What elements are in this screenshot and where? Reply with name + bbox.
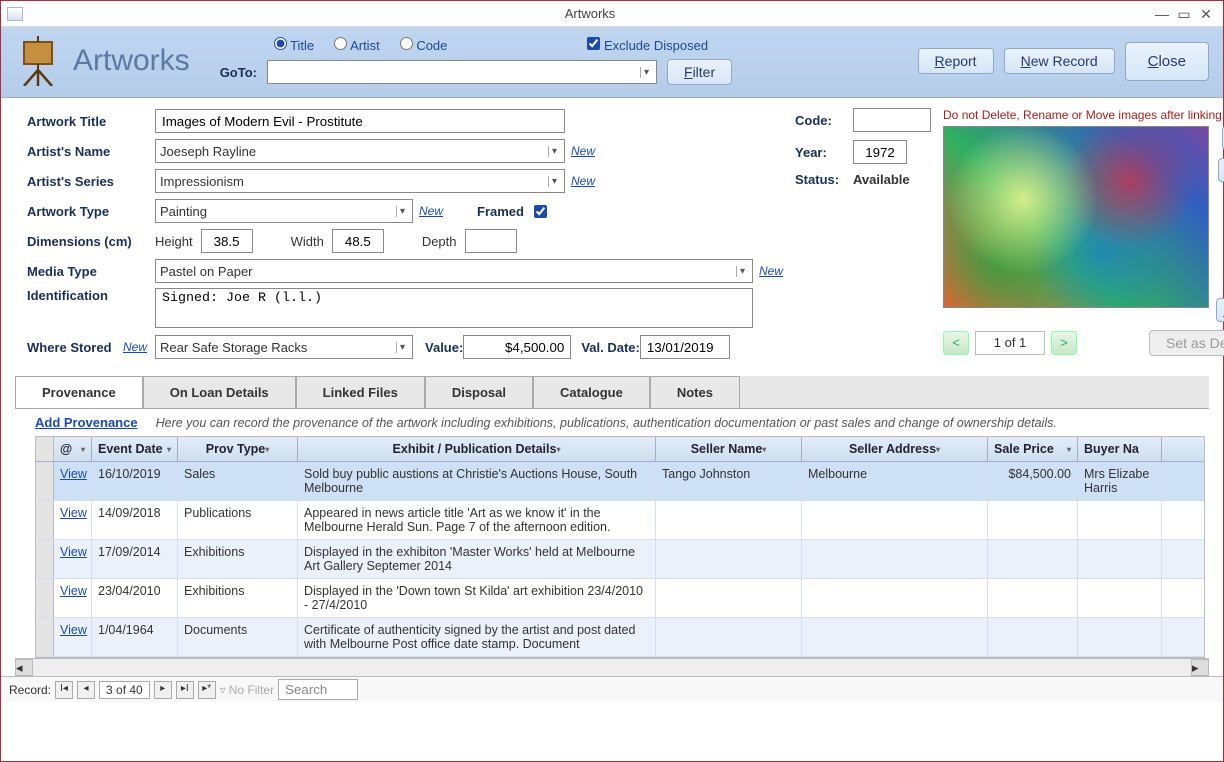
image-position: 1 of 1: [975, 331, 1045, 355]
label-artist: Artist's Name: [27, 144, 155, 159]
status-value: Available: [853, 172, 910, 187]
unlink-button[interactable]: UnLink: [1216, 298, 1224, 322]
year-input[interactable]: [853, 140, 907, 164]
record-search-input[interactable]: [278, 679, 358, 700]
label-code: Code:: [795, 113, 853, 128]
view-link[interactable]: View: [60, 506, 87, 520]
label-stored: Where Stored: [27, 340, 123, 355]
tab-loan[interactable]: On Loan Details: [143, 376, 296, 408]
image-next-button[interactable]: >: [1051, 331, 1077, 355]
set-default-button: Set as Default: [1149, 330, 1224, 356]
label-status: Status:: [795, 172, 853, 187]
label-media: Media Type: [27, 264, 155, 279]
app-icon: [7, 7, 23, 21]
tab-files[interactable]: Linked Files: [296, 376, 425, 408]
artist-combo[interactable]: Joeseph Rayline▾: [155, 139, 565, 163]
close-window-button[interactable]: ✕: [1195, 7, 1217, 21]
depth-input[interactable]: [465, 229, 517, 253]
series-combo[interactable]: Impressionism▾: [155, 169, 565, 193]
nav-first-button[interactable]: I◂: [55, 681, 73, 699]
header-bar: Artworks Title Artist Code Exclude Dispo…: [1, 27, 1223, 98]
value-input[interactable]: [463, 335, 571, 359]
framed-checkbox[interactable]: [534, 205, 547, 218]
view-link[interactable]: View: [60, 545, 87, 559]
nav-new-button[interactable]: ▸*: [198, 681, 216, 699]
artwork-title-input[interactable]: [155, 109, 565, 133]
record-navigator: Record: I◂ ◂ 3 of 40 ▸ ▸I ▸* ▿No Filter: [1, 676, 1223, 702]
provenance-grid: @▾ Event Date▾ Prov Type▾ Exhibit / Publ…: [35, 436, 1205, 658]
type-combo[interactable]: Painting▾: [155, 199, 413, 223]
window-title: Artworks: [29, 6, 1151, 21]
radio-code[interactable]: Code: [400, 37, 448, 53]
add-provenance-link[interactable]: Add Provenance: [35, 415, 138, 430]
valdate-input[interactable]: [640, 335, 730, 359]
exclude-disposed-checkbox[interactable]: Exclude Disposed: [587, 37, 708, 53]
horizontal-scrollbar[interactable]: ◂▸: [15, 658, 1209, 676]
easel-icon: [15, 35, 61, 87]
identification-input[interactable]: [155, 288, 753, 328]
media-combo[interactable]: Pastel on Paper▾: [155, 259, 753, 283]
label-dims: Dimensions (cm): [27, 234, 155, 249]
radio-title[interactable]: Title: [274, 37, 314, 53]
label-framed: Framed: [477, 204, 524, 219]
nav-next-button[interactable]: ▸: [154, 681, 172, 699]
no-filter-indicator: ▿No Filter: [220, 683, 274, 697]
width-input[interactable]: [332, 229, 384, 253]
provenance-help: Here you can record the provenance of th…: [156, 416, 1057, 430]
table-row[interactable]: View 16/10/2019 Sales Sold buy public au…: [36, 462, 1204, 501]
goto-combo[interactable]: ▾: [267, 60, 657, 84]
view-link[interactable]: View: [60, 467, 87, 481]
image-warning: Do not Delete, Rename or Move images aft…: [943, 108, 1224, 122]
new-series-link[interactable]: New: [571, 174, 595, 188]
tab-catalogue[interactable]: Catalogue: [533, 376, 650, 408]
label-height: Height: [155, 234, 193, 249]
image-prev-button[interactable]: <: [943, 331, 969, 355]
view-link[interactable]: View: [60, 623, 87, 637]
artwork-image: [943, 126, 1209, 308]
record-label: Record:: [9, 683, 51, 697]
label-series: Artist's Series: [27, 174, 155, 189]
view-link[interactable]: View: [60, 584, 87, 598]
label-type: Artwork Type: [27, 204, 155, 219]
app-title: Artworks: [73, 44, 190, 78]
new-type-link[interactable]: New: [419, 204, 443, 218]
funnel-icon: ▿: [220, 683, 226, 697]
tab-disposal[interactable]: Disposal: [425, 376, 533, 408]
filter-button[interactable]: Filter: [667, 59, 732, 85]
record-position[interactable]: 3 of 40: [99, 681, 150, 699]
nav-prev-button[interactable]: ◂: [77, 681, 95, 699]
label-valdate: Val. Date:: [581, 340, 640, 355]
table-row[interactable]: View 23/04/2010 Exhibitions Displayed in…: [36, 579, 1204, 618]
label-value: Value:: [425, 340, 463, 355]
table-row[interactable]: View 1/04/1964 Documents Certificate of …: [36, 618, 1204, 657]
close-button[interactable]: Close: [1125, 42, 1209, 81]
table-row[interactable]: View 17/09/2014 Exhibitions Displayed in…: [36, 540, 1204, 579]
nav-last-button[interactable]: ▸I: [176, 681, 194, 699]
stored-combo[interactable]: Rear Safe Storage Racks▾: [155, 335, 413, 359]
minimize-button[interactable]: —: [1151, 7, 1173, 21]
goto-label: GoTo:: [220, 65, 257, 80]
zoom-button[interactable]: Zoom: [1218, 158, 1224, 182]
tab-strip: Provenance On Loan Details Linked Files …: [15, 376, 1209, 409]
label-depth: Depth: [422, 234, 457, 249]
label-ident: Identification: [27, 288, 155, 303]
new-stored-link[interactable]: New: [123, 340, 147, 354]
code-input[interactable]: [853, 108, 931, 132]
label-title: Artwork Title: [27, 114, 155, 129]
radio-artist[interactable]: Artist: [334, 37, 380, 53]
new-artist-link[interactable]: New: [571, 144, 595, 158]
new-media-link[interactable]: New: [759, 264, 783, 278]
tab-notes[interactable]: Notes: [650, 376, 740, 408]
report-button[interactable]: Report: [918, 48, 994, 74]
height-input[interactable]: [201, 229, 253, 253]
label-year: Year:: [795, 145, 853, 160]
table-row[interactable]: View 14/09/2018 Publications Appeared in…: [36, 501, 1204, 540]
tab-provenance[interactable]: Provenance: [15, 376, 143, 408]
label-width: Width: [291, 234, 324, 249]
maximize-button[interactable]: ▭: [1173, 7, 1195, 21]
new-record-button[interactable]: New Record: [1004, 48, 1115, 74]
